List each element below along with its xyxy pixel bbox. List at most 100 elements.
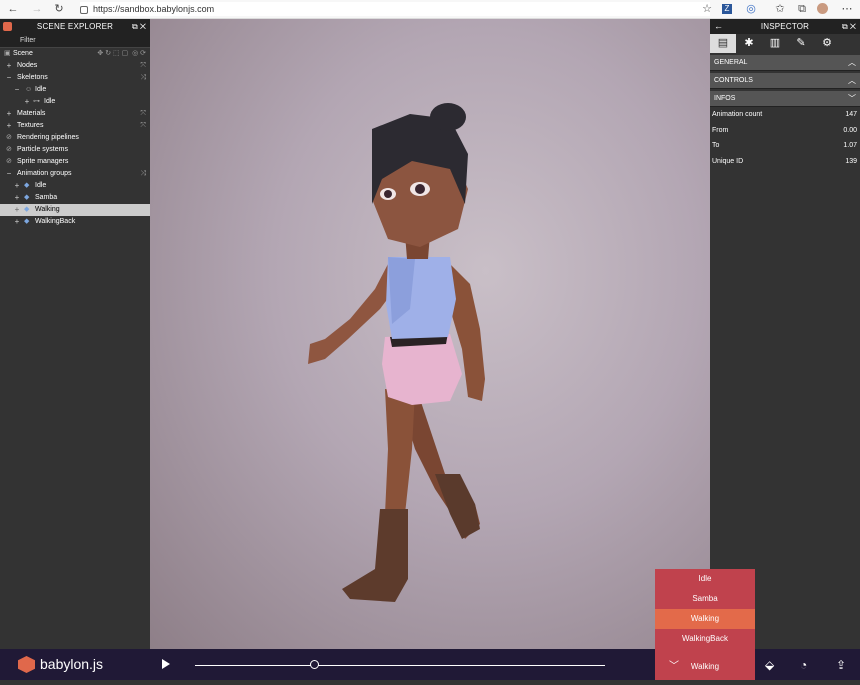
info-row-to: To 1.07 bbox=[710, 138, 860, 154]
collapse-icon[interactable]: − bbox=[5, 72, 13, 84]
address-bar[interactable]: https://sandbox.babylonjs.com bbox=[80, 2, 710, 16]
more-menu-icon[interactable]: ⋯ bbox=[840, 2, 854, 16]
animation-selector[interactable]: ﹀ Walking bbox=[655, 649, 755, 680]
debug-tab-icon[interactable]: ✱ bbox=[736, 34, 762, 53]
tree-row-bone-idle[interactable]: + ⊶ Idle bbox=[0, 96, 150, 108]
expand-icon[interactable]: + bbox=[13, 180, 21, 192]
tree-row-anim-idle[interactable]: + ◆ Idle bbox=[0, 180, 150, 192]
section-infos-label: INFOS bbox=[714, 95, 736, 102]
favorites-icon[interactable]: ✩ bbox=[773, 2, 787, 16]
info-row-unique-id: Unique ID 139 bbox=[710, 154, 860, 170]
popout-icon[interactable]: ⧉ ✕ bbox=[842, 22, 856, 31]
info-value: 139 bbox=[845, 157, 857, 165]
tree-row-textures[interactable]: + Textures ⤧ bbox=[0, 120, 150, 132]
tools-tab-icon[interactable]: ✎ bbox=[788, 34, 814, 53]
tree-row-skeleton-idle[interactable]: − ☺ Idle bbox=[0, 84, 150, 96]
expand-icon[interactable]: + bbox=[5, 60, 13, 72]
tree-row-anim-walkingback[interactable]: + ◆ WalkingBack bbox=[0, 216, 150, 228]
section-infos[interactable]: INFOS ﹀ bbox=[710, 91, 860, 107]
tree-row-scene[interactable]: ▣ Scene ✥ ↻ ⬚ ▢ ◎ ⟳ bbox=[0, 48, 150, 60]
collapse-all-icon[interactable]: ⤨ bbox=[140, 168, 146, 180]
animation-group-icon: ◆ bbox=[24, 194, 30, 201]
animation-dropdown-menu: Idle Samba Walking WalkingBack bbox=[655, 569, 755, 649]
collapse-icon[interactable]: − bbox=[5, 168, 13, 180]
expand-icon[interactable]: + bbox=[13, 216, 21, 228]
tree-label: WalkingBack bbox=[35, 218, 76, 225]
tree-row-sprite-managers[interactable]: ⊘ Sprite managers bbox=[0, 156, 150, 168]
profile-avatar[interactable] bbox=[817, 3, 828, 14]
expand-icon[interactable]: + bbox=[23, 96, 31, 108]
animation-option-samba[interactable]: Samba bbox=[655, 589, 755, 609]
inspector-toggle-icon[interactable]: ⬙ bbox=[765, 658, 774, 672]
url-text: https://sandbox.babylonjs.com bbox=[93, 4, 215, 14]
collapse-all-icon[interactable]: ⤨ bbox=[140, 72, 146, 84]
info-label: From bbox=[712, 126, 729, 134]
inspector-title: INSPECTOR bbox=[760, 22, 810, 31]
tree-label: Idle bbox=[35, 182, 47, 189]
selected-animation: Walking bbox=[690, 662, 720, 671]
tree-row-skeletons[interactable]: − Skeletons ⤨ bbox=[0, 72, 150, 84]
info-label: Unique ID bbox=[712, 157, 744, 165]
tree-label: Rendering pipelines bbox=[17, 134, 79, 141]
popout-icon[interactable]: ⧉ ✕ bbox=[132, 22, 146, 31]
expand-all-icon[interactable]: ⤧ bbox=[140, 108, 146, 120]
filter-input[interactable]: Filter bbox=[0, 34, 150, 48]
tree-row-anim-samba[interactable]: + ◆ Samba bbox=[0, 192, 150, 204]
inspector-header: ← INSPECTOR ⧉ ✕ bbox=[710, 19, 860, 34]
tree-row-anim-walking[interactable]: + ◆ Walking bbox=[0, 204, 150, 216]
particle-icon: ⊘ bbox=[6, 146, 12, 153]
animation-option-idle[interactable]: Idle bbox=[655, 569, 755, 589]
tree-label: Sprite managers bbox=[17, 158, 69, 165]
animation-timeline[interactable] bbox=[195, 665, 605, 666]
scene-explorer-panel: SCENE EXPLORER ⧉ ✕ Filter ▣ Scene ✥ ↻ ⬚ … bbox=[0, 19, 150, 649]
back-arrow-icon[interactable]: ← bbox=[714, 21, 723, 31]
collapse-icon[interactable]: − bbox=[13, 84, 21, 96]
collections-icon[interactable]: ⧉ bbox=[795, 2, 809, 16]
camera-icon[interactable]: ◔ bbox=[800, 658, 807, 672]
timeline-thumb[interactable] bbox=[309, 660, 319, 669]
animation-option-walkingback[interactable]: WalkingBack bbox=[655, 629, 755, 649]
tree-label: Idle bbox=[35, 86, 47, 93]
tree-row-nodes[interactable]: + Nodes ⤧ bbox=[0, 60, 150, 72]
properties-tab-icon[interactable]: ▤ bbox=[710, 34, 736, 53]
expand-icon[interactable]: + bbox=[13, 192, 21, 204]
expand-all-icon[interactable]: ⤧ bbox=[140, 60, 146, 72]
animation-option-walking[interactable]: Walking bbox=[655, 609, 755, 629]
info-label: To bbox=[712, 142, 720, 149]
chevron-up-icon: ︿ bbox=[848, 58, 856, 67]
tree-row-animation-groups[interactable]: − Animation groups ⤨ bbox=[0, 168, 150, 180]
expand-icon[interactable]: + bbox=[13, 204, 21, 216]
back-icon[interactable]: ← bbox=[6, 2, 20, 16]
scene-icon: ▣ bbox=[4, 50, 11, 57]
upload-file-icon[interactable]: ⇪ bbox=[836, 658, 846, 672]
refresh-icon[interactable]: ↻ bbox=[52, 2, 66, 16]
translate-icon[interactable]: ◎ bbox=[744, 2, 758, 16]
expand-all-icon[interactable]: ⤧ bbox=[140, 120, 146, 132]
play-icon[interactable] bbox=[162, 659, 170, 669]
tree-label: Idle bbox=[44, 98, 56, 105]
render-canvas[interactable] bbox=[150, 19, 710, 649]
favorite-star-icon[interactable]: ☆ bbox=[700, 2, 714, 16]
tree-row-materials[interactable]: + Materials ⤧ bbox=[0, 108, 150, 120]
expand-icon[interactable]: + bbox=[5, 108, 13, 120]
brand-name: babylon.js bbox=[40, 656, 104, 672]
inspector-tabs: ▤ ✱ ▥ ✎ ⚙ bbox=[710, 34, 860, 53]
tree-row-rendering-pipelines[interactable]: ⊘ Rendering pipelines bbox=[0, 132, 150, 144]
chevron-up-icon: ︿ bbox=[848, 76, 856, 85]
section-controls[interactable]: CONTROLS ︿ bbox=[710, 73, 860, 89]
tree-label: Animation groups bbox=[17, 170, 72, 177]
settings-tab-icon[interactable]: ⚙ bbox=[814, 34, 840, 53]
info-value: 0.00 bbox=[843, 126, 857, 134]
tree-label: Skeletons bbox=[17, 74, 48, 81]
section-general[interactable]: GENERAL ︿ bbox=[710, 55, 860, 71]
tree-row-particle-systems[interactable]: ⊘ Particle systems bbox=[0, 144, 150, 156]
browser-toolbar: ← → ↻ https://sandbox.babylonjs.com ☆ Z … bbox=[0, 0, 860, 19]
statistics-tab-icon[interactable]: ▥ bbox=[762, 34, 788, 53]
forward-icon[interactable]: → bbox=[30, 2, 44, 16]
extension-icon[interactable]: Z bbox=[722, 4, 732, 14]
babylon-logo-icon bbox=[3, 22, 12, 31]
expand-icon[interactable]: + bbox=[5, 120, 13, 132]
character-model bbox=[308, 103, 485, 602]
animation-group-icon: ◆ bbox=[24, 182, 30, 189]
scene-tools-icons[interactable]: ✥ ↻ ⬚ ▢ ◎ ⟳ bbox=[97, 48, 146, 60]
